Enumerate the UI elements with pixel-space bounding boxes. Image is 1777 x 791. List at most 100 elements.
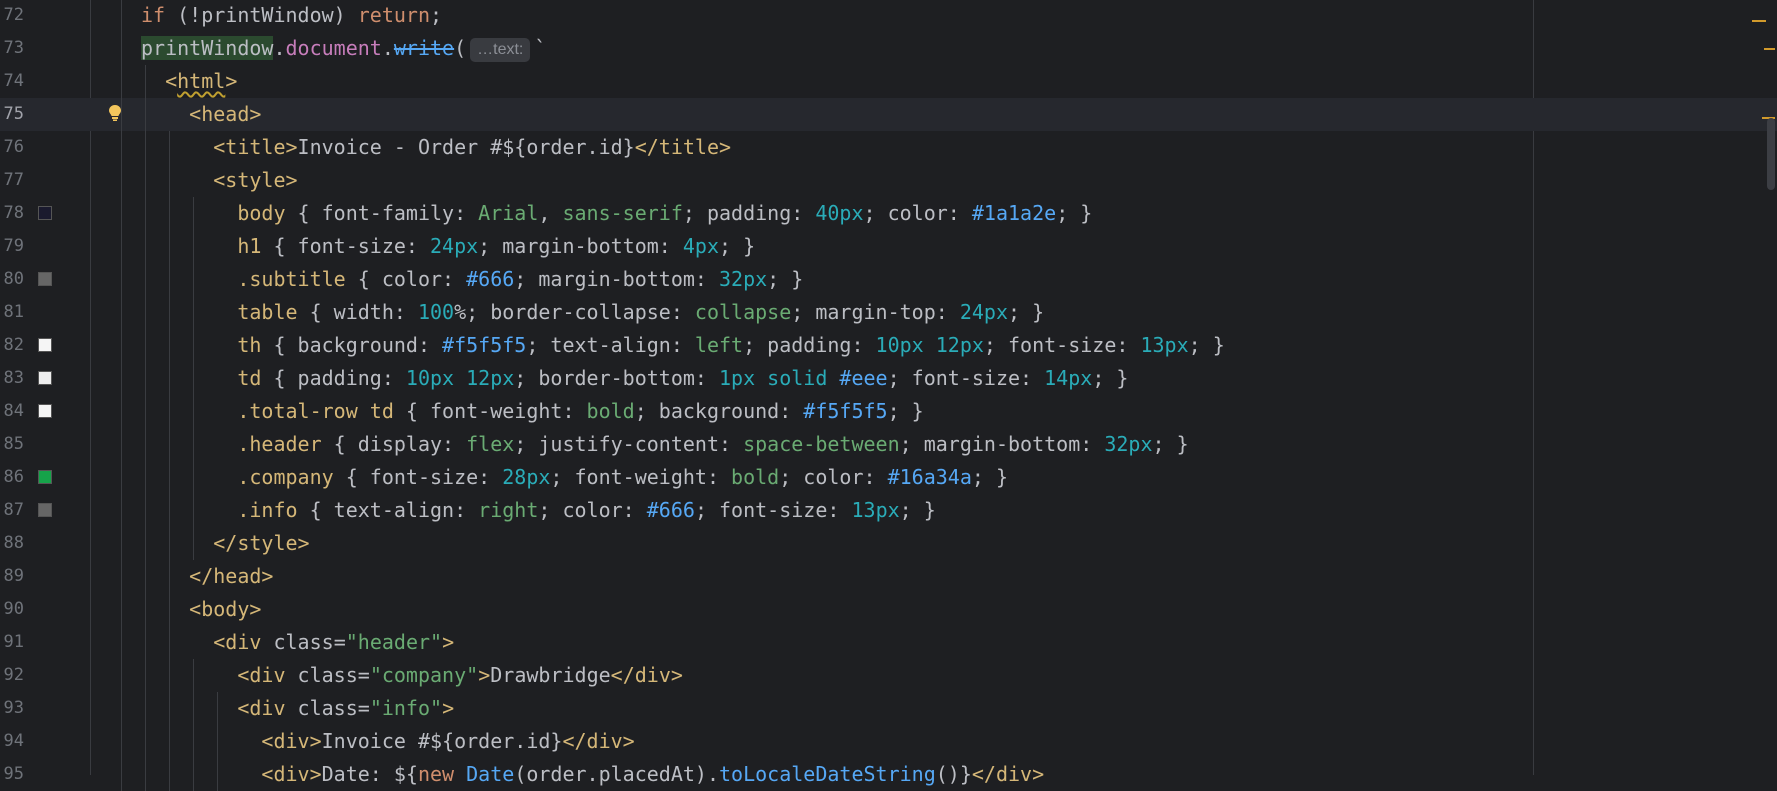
- color-swatch[interactable]: [38, 503, 52, 517]
- color-swatch[interactable]: [38, 206, 52, 220]
- code-token: .info: [237, 498, 298, 522]
- code-token: { font-size:: [333, 465, 503, 489]
- code-line[interactable]: 90 <body>: [0, 593, 1777, 626]
- code-line[interactable]: 74 <html>: [0, 65, 1777, 98]
- line-number[interactable]: 91: [0, 626, 24, 659]
- code-token: Date: ${: [321, 762, 418, 786]
- line-number[interactable]: 77: [0, 164, 24, 197]
- code-token: <head>: [189, 102, 262, 126]
- line-number[interactable]: 83: [0, 362, 24, 395]
- code-line[interactable]: 85 .header { display: flex; justify-cont…: [0, 428, 1777, 461]
- code-line[interactable]: 87 .info { text-align: right; color: #66…: [0, 494, 1777, 527]
- code-line[interactable]: 78 body { font-family: Arial, sans-serif…: [0, 197, 1777, 230]
- code-line[interactable]: 88 </style>: [0, 527, 1777, 560]
- line-number[interactable]: 79: [0, 230, 24, 263]
- code-token: ; }: [1092, 366, 1129, 390]
- line-number[interactable]: 73: [0, 32, 24, 65]
- code-text: h1 { font-size: 24px; margin-bottom: 4px…: [141, 230, 755, 263]
- code-token: class: [273, 630, 334, 654]
- line-number[interactable]: 81: [0, 296, 24, 329]
- code-line[interactable]: 91 <div class="header">: [0, 626, 1777, 659]
- line-number[interactable]: 90: [0, 593, 24, 626]
- code-line[interactable]: 75 <head>: [0, 98, 1777, 131]
- code-token: 10px 12px: [405, 366, 515, 390]
- code-token: ; background:: [634, 399, 804, 423]
- line-number[interactable]: 74: [0, 65, 24, 98]
- line-number[interactable]: 89: [0, 560, 24, 593]
- code-token: ; }: [767, 267, 804, 291]
- code-editor[interactable]: 72 if (!printWindow) return; 73 printWindow…: [0, 0, 1777, 791]
- code-line[interactable]: 73 printWindow.document.write(…text: `: [0, 32, 1777, 65]
- code-token: <title>: [213, 135, 298, 159]
- line-number[interactable]: 82: [0, 329, 24, 362]
- code-line[interactable]: 92 <div class="company">Drawbridge</div>: [0, 659, 1777, 692]
- code-token: { font-weight:: [393, 399, 587, 423]
- scrollbar-warning-marker[interactable]: [1752, 20, 1766, 22]
- code-line[interactable]: 83 td { padding: 10px 12px; border-botto…: [0, 362, 1777, 395]
- code-line[interactable]: 79 h1 { font-size: 24px; margin-bottom: …: [0, 230, 1777, 263]
- code-line[interactable]: 84 .total-row td { font-weight: bold; ba…: [0, 395, 1777, 428]
- code-text: <style>: [141, 164, 297, 197]
- line-number[interactable]: 85: [0, 428, 24, 461]
- code-line[interactable]: 80 .subtitle { color: #666; margin-botto…: [0, 263, 1777, 296]
- color-swatch[interactable]: [38, 338, 52, 352]
- code-token: { width:: [297, 300, 418, 324]
- code-line[interactable]: 89 </head>: [0, 560, 1777, 593]
- code-text: <div class="company">Drawbridge</div>: [141, 659, 683, 692]
- line-number[interactable]: 94: [0, 725, 24, 758]
- color-swatch[interactable]: [38, 371, 52, 385]
- code-token: ; margin-bottom:: [899, 432, 1105, 456]
- line-number[interactable]: 76: [0, 131, 24, 164]
- code-token: { color:: [345, 267, 467, 291]
- code-token: Invoice - Order #${order.id}: [297, 135, 635, 159]
- indent-guide: [193, 659, 195, 791]
- line-number[interactable]: 92: [0, 659, 24, 692]
- code-line[interactable]: 76 <title>Invoice - Order #${order.id}</…: [0, 131, 1777, 164]
- scrollbar-thumb[interactable]: [1767, 118, 1775, 190]
- code-line[interactable]: 82 th { background: #f5f5f5; text-align:…: [0, 329, 1777, 362]
- code-token: </div>: [562, 729, 635, 753]
- line-number[interactable]: 87: [0, 494, 24, 527]
- code-token: th: [237, 333, 262, 357]
- code-line[interactable]: 94 <div>Invoice #${order.id}</div>: [0, 725, 1777, 758]
- code-text: <div class="header">: [141, 626, 454, 659]
- code-line[interactable]: 72 if (!printWindow) return;: [0, 0, 1777, 32]
- code-text: .header { display: flex; justify-content…: [141, 428, 1188, 461]
- code-line[interactable]: 86 .company { font-size: 28px; font-weig…: [0, 461, 1777, 494]
- color-swatch[interactable]: [38, 272, 52, 286]
- code-line[interactable]: 77 <style>: [0, 164, 1777, 197]
- code-text: .company { font-size: 28px; font-weight:…: [141, 461, 1008, 494]
- code-line[interactable]: 93 <div class="info">: [0, 692, 1777, 725]
- line-number[interactable]: 88: [0, 527, 24, 560]
- color-swatch[interactable]: [38, 470, 52, 484]
- indent-guide: [169, 131, 171, 791]
- scrollbar-warning-marker[interactable]: [1764, 48, 1775, 50]
- code-token: ; }: [719, 234, 756, 258]
- code-token: 32px: [1104, 432, 1153, 456]
- line-number[interactable]: 72: [0, 0, 24, 32]
- line-number[interactable]: 93: [0, 692, 24, 725]
- indent-guide: [145, 65, 147, 791]
- code-token: ; }: [899, 498, 936, 522]
- code-token: `: [534, 36, 547, 60]
- code-line[interactable]: 81 table { width: 100%; border-collapse:…: [0, 296, 1777, 329]
- code-token: </title>: [634, 135, 732, 159]
- code-token: .: [381, 36, 394, 60]
- code-token: <div: [237, 696, 298, 720]
- code-token: { text-align:: [297, 498, 479, 522]
- code-token: body: [237, 201, 286, 225]
- code-token: flex: [466, 432, 515, 456]
- code-token: #f5f5f5: [442, 333, 527, 357]
- code-text: </style>: [141, 527, 309, 560]
- line-number[interactable]: 78: [0, 197, 24, 230]
- line-number[interactable]: 86: [0, 461, 24, 494]
- line-number[interactable]: 80: [0, 263, 24, 296]
- line-number[interactable]: 84: [0, 395, 24, 428]
- code-token: <: [165, 69, 178, 93]
- code-text: table { width: 100%; border-collapse: co…: [141, 296, 1044, 329]
- code-token: </div>: [971, 762, 1045, 786]
- code-text: td { padding: 10px 12px; border-bottom: …: [141, 362, 1128, 395]
- code-token: 24px: [959, 300, 1008, 324]
- color-swatch[interactable]: [38, 404, 52, 418]
- line-number[interactable]: 75: [0, 98, 24, 131]
